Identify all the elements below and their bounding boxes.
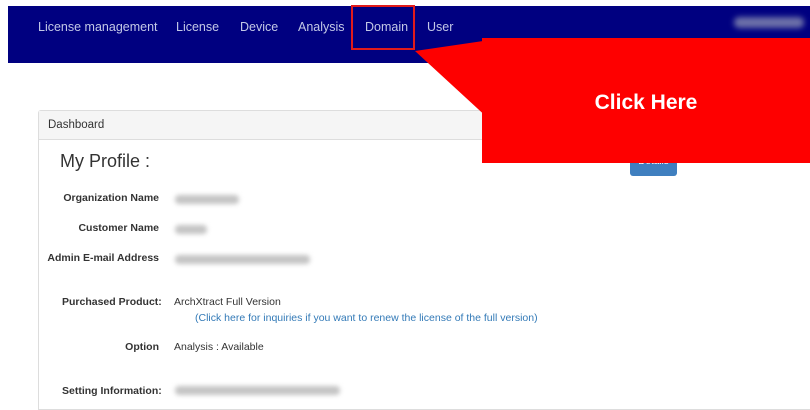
admin-email-value: [175, 255, 310, 264]
profile-title: My Profile :: [60, 151, 151, 171]
nav-device[interactable]: Device: [240, 20, 278, 34]
renew-license-link[interactable]: (Click here for inquiries if you want to…: [195, 312, 538, 324]
blurred-account-name[interactable]: [734, 17, 804, 28]
nav-analysis[interactable]: Analysis: [298, 20, 345, 34]
panel-heading-title: Dashboard: [48, 119, 105, 131]
purchased-product-label: Purchased Product:: [62, 296, 162, 308]
nav-user[interactable]: User: [427, 20, 453, 34]
customer-name-value: [175, 225, 207, 234]
purchased-product-value: ArchXtract Full Version: [174, 296, 281, 308]
option-value: Analysis : Available: [174, 341, 264, 353]
admin-email-label: Admin E-mail Address: [47, 252, 159, 264]
customer-name-label: Customer Name: [78, 222, 159, 234]
setting-information-value: [175, 386, 340, 395]
nav-license[interactable]: License: [176, 20, 219, 34]
option-label: Option: [125, 341, 159, 353]
organization-name-label: Organization Name: [63, 192, 159, 204]
domain-highlight-box: [351, 5, 415, 50]
nav-license-management[interactable]: License management: [38, 20, 158, 34]
callout-text: Click Here: [594, 91, 698, 114]
setting-information-label: Setting Information:: [62, 385, 162, 397]
click-here-callout: Click Here: [482, 38, 810, 163]
organization-name-value: [175, 195, 239, 204]
